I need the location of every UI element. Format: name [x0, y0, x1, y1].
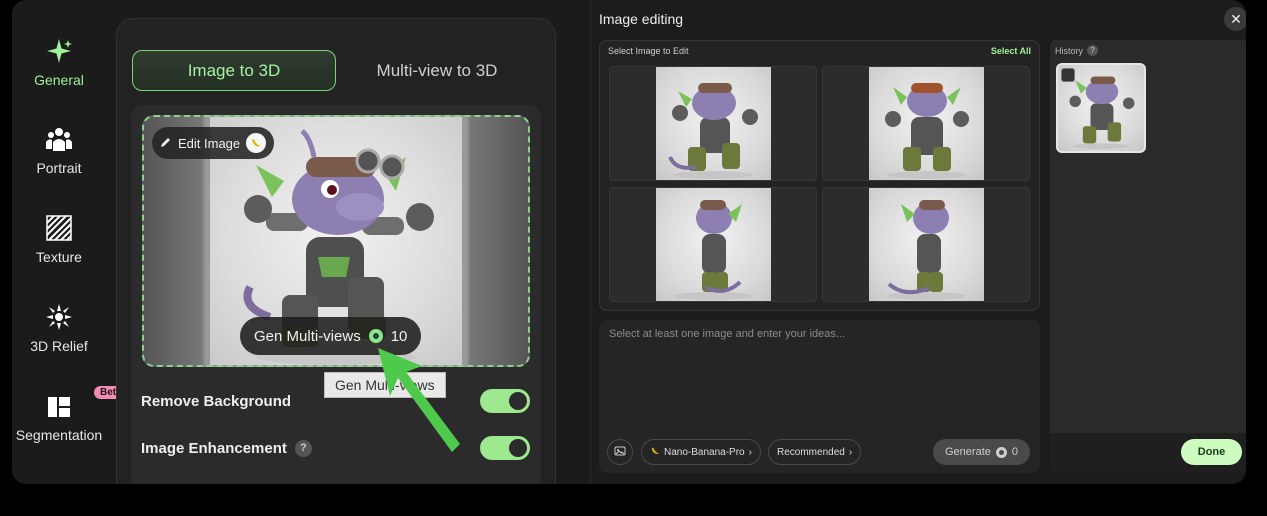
chevron-right-icon: › — [848, 446, 853, 458]
nav-item-general[interactable]: General — [12, 36, 106, 106]
history-heading: History ? — [1055, 45, 1099, 56]
view-thumbnail-2[interactable] — [822, 66, 1030, 181]
chevron-right-icon: › — [748, 446, 752, 458]
toggle-knob — [509, 392, 527, 410]
edited-badge-icon — [1061, 68, 1075, 82]
remove-background-toggle[interactable] — [480, 389, 530, 413]
nav-item-texture[interactable]: Texture — [12, 213, 106, 283]
toggle-knob — [509, 439, 527, 457]
history-thumbnail[interactable] — [1056, 63, 1146, 153]
relief-icon — [44, 302, 74, 332]
image-upload-card: Edit Image Gen Multi-views 10 — [131, 105, 541, 484]
generate-button[interactable]: Generate 0 — [933, 439, 1030, 465]
remove-background-label: Remove Background — [141, 392, 292, 410]
view-thumbnail-3[interactable] — [609, 187, 817, 302]
pencil-icon — [160, 136, 172, 151]
banana-icon — [246, 133, 267, 153]
image-attach-button[interactable] — [607, 439, 633, 465]
history-title: History — [1055, 45, 1084, 56]
remove-background-row: Remove Background — [141, 386, 291, 416]
image-enhancement-row: Image Enhancement ? — [141, 433, 312, 463]
nav-label-texture: Texture — [36, 249, 82, 265]
help-icon[interactable]: ? — [294, 439, 312, 457]
edit-image-button[interactable]: Edit Image — [152, 127, 275, 159]
edit-image-label: Edit Image — [178, 135, 241, 151]
select-image-heading: Select Image to Edit — [608, 46, 689, 56]
credit-icon — [995, 446, 1007, 458]
prompt-input[interactable] — [609, 328, 1029, 418]
prompt-panel: Nano-Banana-Pro › Recommended › Generate… — [599, 320, 1040, 473]
app-window: General Portrait Texture 3D Relief Beta — [12, 0, 1246, 484]
tab-image-to-3d[interactable]: Image to 3D — [132, 50, 336, 91]
history-panel: History ? Done — [1050, 40, 1246, 473]
image-dropzone[interactable]: Edit Image Gen Multi-views 10 — [142, 115, 530, 367]
help-icon[interactable]: ? — [1087, 45, 1099, 56]
model-select[interactable]: Nano-Banana-Pro › — [641, 439, 761, 465]
nav-label-general: General — [34, 72, 84, 88]
close-button[interactable]: ✕ — [1224, 7, 1246, 31]
generate-label: Generate — [945, 446, 991, 458]
people-icon — [44, 124, 74, 154]
recommended-select[interactable]: Recommended › — [768, 439, 862, 465]
nav-label-segmentation: Segmentation — [15, 427, 103, 443]
sparkle-icon — [44, 36, 74, 66]
select-all-button[interactable]: Select All — [991, 46, 1031, 56]
generate-cost: 0 — [1011, 446, 1018, 458]
model-label: Nano-Banana-Pro — [664, 446, 745, 458]
nav-item-3d-relief[interactable]: 3D Relief — [12, 302, 106, 372]
banana-icon — [650, 446, 660, 459]
view-thumbnail-1[interactable] — [609, 66, 817, 181]
segmentation-icon: Beta — [44, 386, 128, 421]
annotation-arrow-icon — [378, 348, 460, 452]
gen-multi-views-label: Gen Multi-views — [254, 327, 361, 345]
image-editing-dialog: Image editing ✕ Select Image to Edit Sel… — [590, 0, 1246, 484]
image-select-panel: Select Image to Edit Select All — [599, 40, 1040, 311]
tab-multi-view-to-3d[interactable]: Multi-view to 3D — [357, 50, 517, 91]
sidebar-nav: General Portrait Texture 3D Relief Beta — [12, 0, 128, 484]
view-thumbnail-4[interactable] — [822, 187, 1030, 302]
image-enhancement-toggle[interactable] — [480, 436, 530, 460]
recommended-label: Recommended — [777, 446, 845, 458]
nav-item-segmentation[interactable]: Beta Segmentation — [12, 386, 128, 461]
texture-icon — [44, 213, 74, 243]
image-enhancement-label: Image Enhancement — [141, 439, 287, 457]
done-button[interactable]: Done — [1181, 439, 1242, 465]
nav-label-3d-relief: 3D Relief — [30, 338, 88, 354]
nav-label-portrait: Portrait — [36, 160, 82, 176]
image-icon — [614, 445, 626, 460]
nav-item-portrait[interactable]: Portrait — [12, 124, 106, 194]
dialog-title: Image editing — [599, 11, 684, 27]
